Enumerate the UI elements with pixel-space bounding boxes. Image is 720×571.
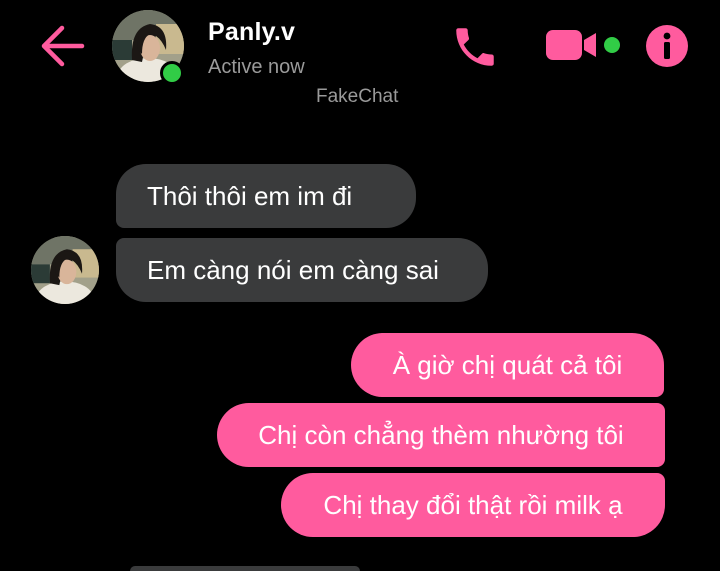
message-bubble-outgoing[interactable]: Chị thay đổi thật rồi milk ạ [281, 473, 665, 537]
chat-screen: Panly.v Active now FakeChat Thôi thôi em… [0, 0, 720, 571]
contact-name[interactable]: Panly.v [208, 18, 295, 47]
message-bubble-incoming[interactable]: Em càng nói em càng sai [116, 238, 488, 302]
message-bubble-incoming[interactable]: Thôi thôi em im đi [116, 164, 416, 228]
phone-icon[interactable] [450, 22, 500, 72]
watermark-label: FakeChat [316, 86, 399, 107]
arrow-left-icon[interactable] [38, 24, 86, 68]
partial-message-bubble [130, 566, 360, 571]
message-bubble-outgoing[interactable]: Chị còn chẳng thèm nhường tôi [217, 403, 665, 467]
contact-avatar[interactable] [112, 10, 186, 85]
info-icon[interactable] [645, 24, 689, 68]
video-online-indicator [604, 37, 620, 53]
message-bubble-outgoing[interactable]: À giờ chị quát cả tôi [351, 333, 664, 397]
video-camera-icon[interactable] [544, 24, 600, 66]
contact-status: Active now [208, 56, 305, 78]
sender-avatar[interactable] [31, 236, 99, 304]
online-indicator [160, 61, 184, 85]
